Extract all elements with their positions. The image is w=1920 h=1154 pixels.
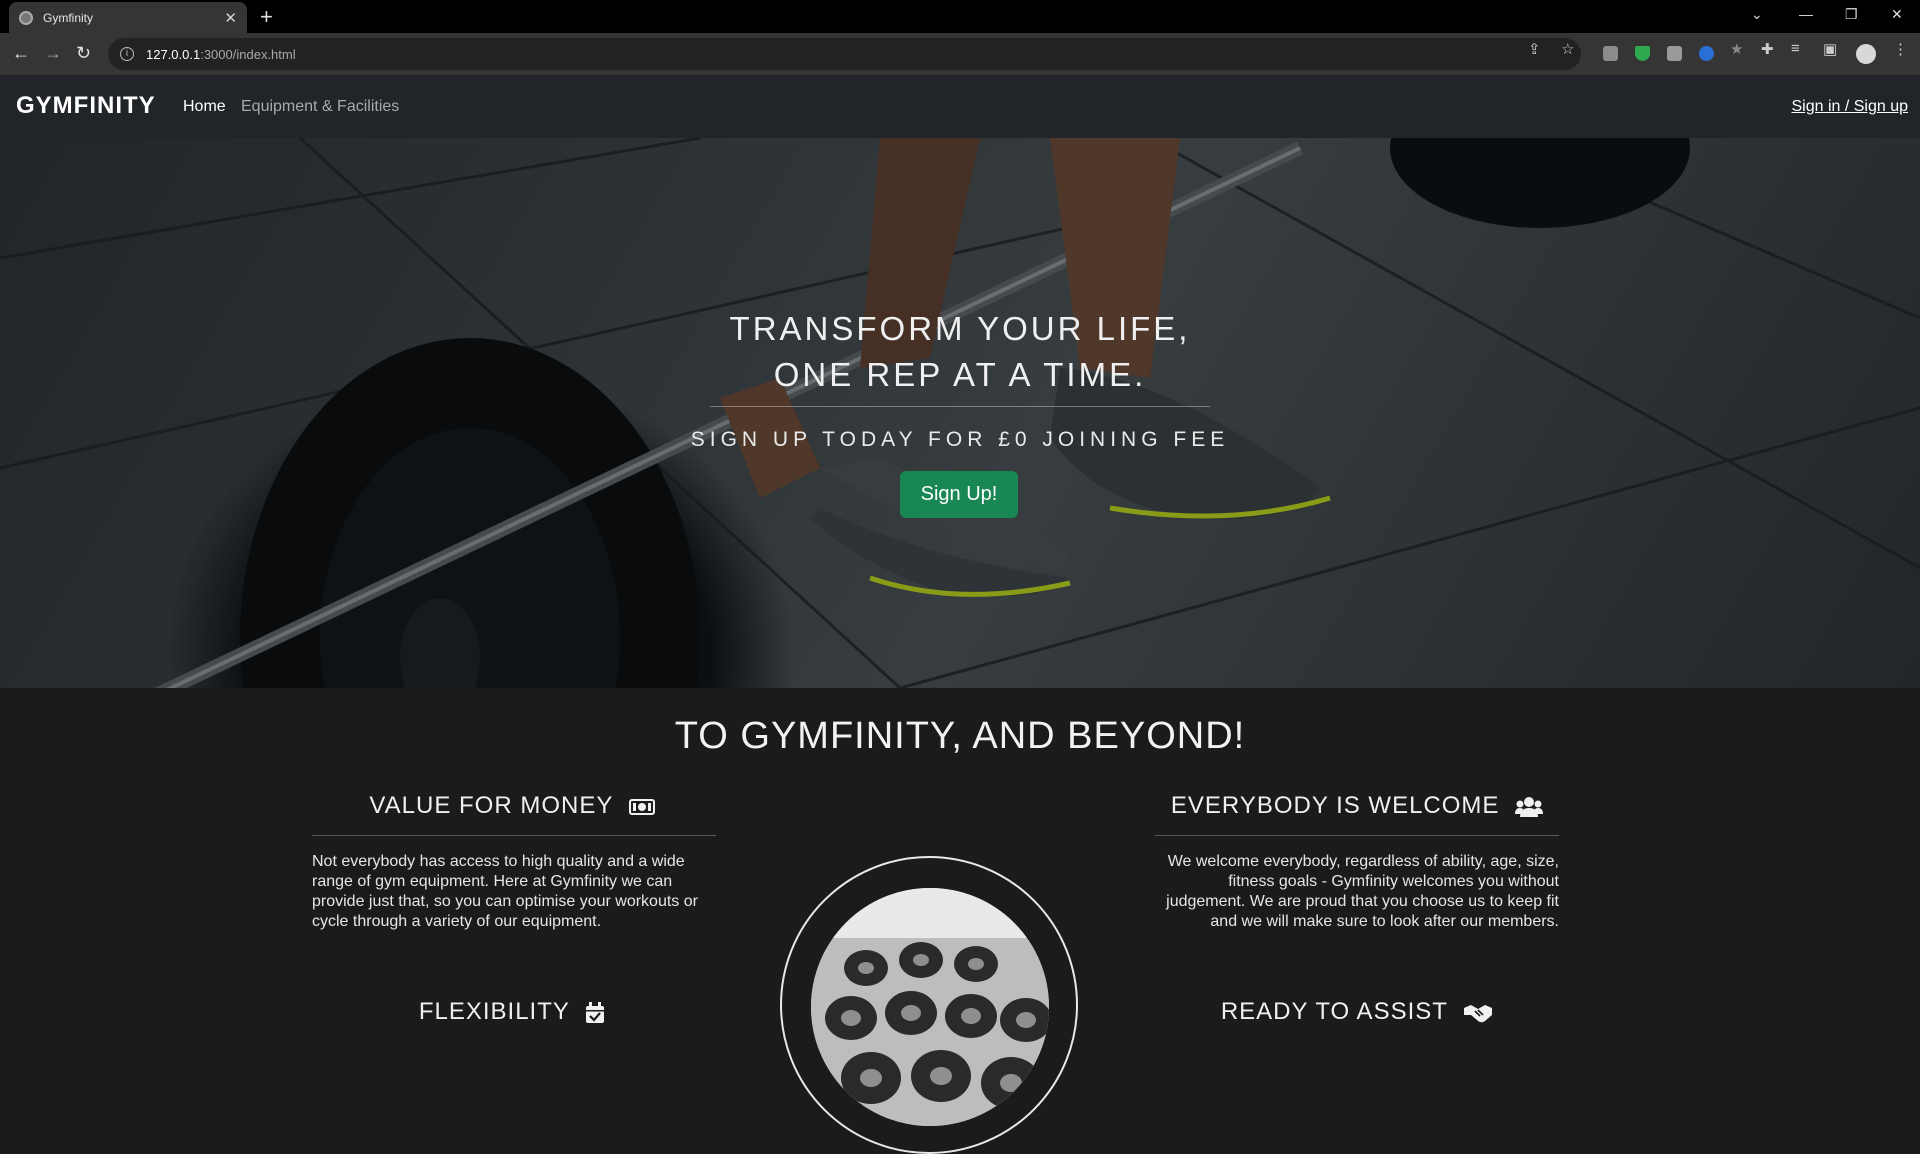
url-path: :3000/index.html [200, 46, 296, 62]
share-icon[interactable]: ⇪ [1528, 40, 1541, 58]
tab-title: Gymfinity [43, 10, 94, 25]
shield-extension-icon[interactable] [1635, 46, 1650, 61]
feature-title-flexibility-text: FLEXIBILITY [418, 998, 570, 1025]
address-bar[interactable]: i 127.0.0.1:3000/index.html [108, 38, 1581, 70]
feature-title-value: VALUE FOR MONEY [312, 792, 712, 820]
reading-list-icon[interactable]: ≡ [1791, 40, 1800, 57]
dumbbell-rack-image [811, 888, 1049, 1126]
feature-title-flexibility: FLEXIBILITY [312, 998, 712, 1026]
profile-avatar[interactable] [1856, 44, 1876, 64]
feature-text-value: Not everybody has access to high quality… [312, 853, 698, 930]
section-headline: TO GYMFINITY, AND BEYOND! [674, 715, 1246, 757]
close-window-button[interactable]: ✕ [1891, 6, 1903, 23]
nav-link-equipment[interactable]: Equipment & Facilities [241, 98, 399, 116]
hero-section: TRANSFORM YOUR LIFE, ONE REP AT A TIME. … [0, 138, 1920, 688]
hero-divider [710, 406, 1210, 407]
feature-title-assist: READY TO ASSIST [1155, 998, 1559, 1026]
globe-icon [19, 10, 33, 25]
hero-heading-line-2: ONE REP AT A TIME. [773, 356, 1147, 393]
bookmark-star-icon[interactable]: ☆ [1561, 40, 1574, 58]
nav-link-home[interactable]: Home [183, 98, 226, 116]
new-tab-button[interactable]: + [260, 4, 273, 30]
hero-background-image [0, 138, 1920, 688]
feature-divider-welcome [1155, 835, 1559, 836]
signup-button[interactable]: Sign Up! [900, 471, 1018, 518]
menu-kebab-icon[interactable]: ⋮ [1893, 40, 1908, 58]
feature-title-welcome: EVERYBODY IS WELCOME [1155, 792, 1559, 820]
hero-subtitle: SIGN UP TODAY FOR £0 JOINING FEE [690, 428, 1230, 451]
hero-heading: TRANSFORM YOUR LIFE, ONE REP AT A TIME. [0, 306, 1920, 398]
restore-button[interactable]: ❐ [1845, 6, 1858, 23]
extension-1-icon[interactable] [1603, 46, 1618, 61]
back-icon[interactable]: ← [12, 43, 30, 64]
browser-tabbar: Gymfinity ✕ + ⌄ — ❐ ✕ [0, 0, 1920, 33]
site-navbar: GYMFINITY Home Equipment & Facilities Si… [0, 76, 1920, 139]
tab-search-icon[interactable]: ⌄ [1751, 6, 1763, 23]
hero-heading-line-1: TRANSFORM YOUR LIFE, [729, 310, 1191, 347]
feature-title-assist-text: READY TO ASSIST [1220, 998, 1448, 1025]
feature-title-value-text: VALUE FOR MONEY [369, 792, 613, 819]
extension-4-icon[interactable] [1699, 46, 1714, 61]
feature-title-welcome-text: EVERYBODY IS WELCOME [1170, 792, 1500, 819]
brand-logo[interactable]: GYMFINITY [16, 92, 156, 120]
side-panel-icon[interactable]: ▣ [1823, 40, 1837, 58]
feature-divider-value [312, 835, 716, 836]
forward-icon[interactable]: → [44, 43, 62, 64]
close-tab-icon[interactable]: ✕ [224, 9, 237, 27]
users-icon [1515, 796, 1544, 817]
extension-star-icon[interactable]: ★ [1730, 40, 1743, 58]
minimize-button[interactable]: — [1799, 6, 1813, 22]
money-bill-icon [628, 798, 655, 815]
reload-icon[interactable]: ↻ [76, 43, 91, 64]
feature-text-welcome: We welcome everybody, regardless of abil… [1166, 853, 1559, 930]
extensions-puzzle-icon[interactable]: ✚ [1761, 40, 1774, 58]
extension-3-icon[interactable] [1667, 46, 1682, 61]
url-host: 127.0.0.1 [146, 46, 201, 62]
calendar-check-icon [586, 1001, 605, 1023]
browser-toolbar: ← → ↻ i 127.0.0.1:3000/index.html ⇪ ☆ ★ … [0, 33, 1920, 76]
site-info-icon[interactable]: i [120, 47, 134, 61]
dumbbell-rack-illustration [811, 888, 1049, 1126]
browser-tab[interactable]: Gymfinity ✕ [9, 2, 247, 33]
signin-link[interactable]: Sign in / Sign up [1791, 98, 1908, 116]
handshake-icon [1464, 1004, 1493, 1022]
